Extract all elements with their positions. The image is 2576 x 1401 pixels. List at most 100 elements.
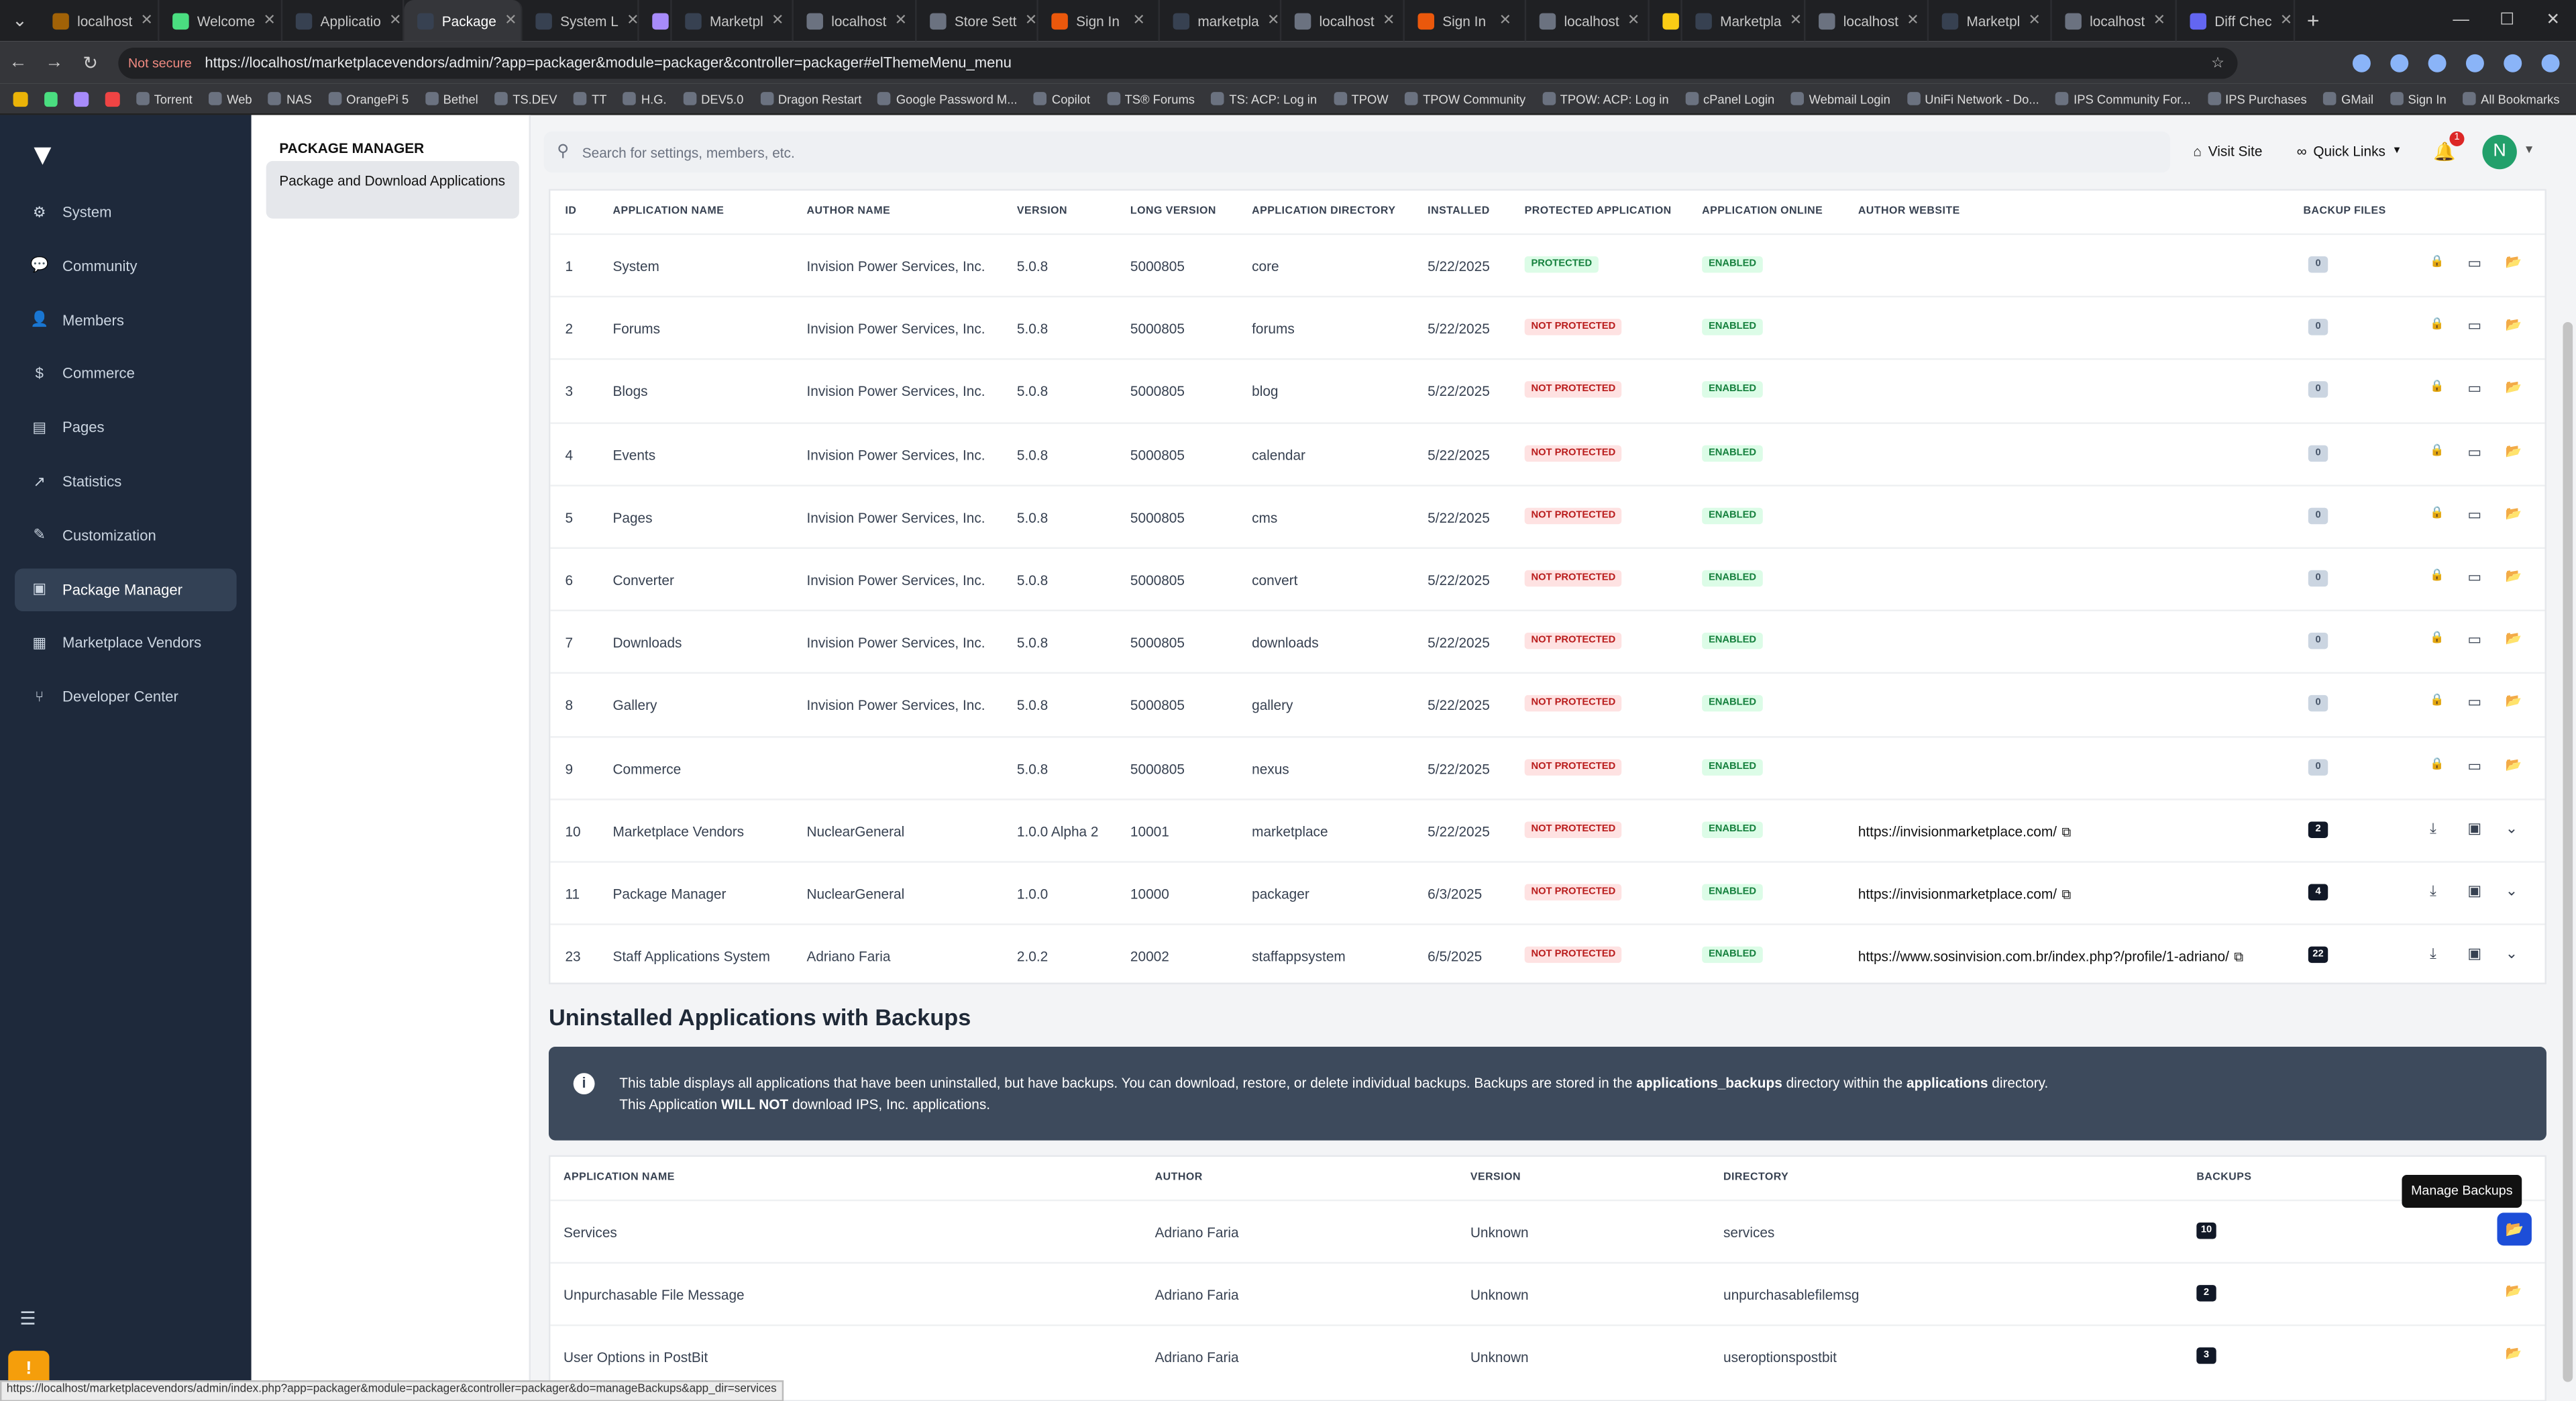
author-website-link[interactable]: https://invisionmarketplace.com/ ⧉ <box>1858 823 2072 841</box>
folder-icon[interactable]: 📂 <box>2506 757 2522 772</box>
close-tab-icon[interactable]: ✕ <box>1383 11 1395 30</box>
close-window-icon[interactable]: ✕ <box>2530 0 2576 41</box>
bookmark-item[interactable]: Torrent <box>136 91 193 106</box>
bookmark-item[interactable]: DEV5.0 <box>683 91 743 106</box>
bookmark-item[interactable]: TS: ACP: Log in <box>1211 91 1317 106</box>
close-tab-icon[interactable]: ✕ <box>627 11 637 30</box>
close-tab-icon[interactable]: ✕ <box>1132 11 1144 30</box>
visit-site-link[interactable]: ⌂ Visit Site <box>2193 143 2262 159</box>
collapse-menu-icon[interactable]: ☰ <box>19 1308 36 1329</box>
id-card-icon[interactable]: ▭ <box>2467 443 2481 461</box>
browser-tab[interactable]: localhost ✕ <box>1281 0 1405 42</box>
bookmark-icon[interactable] <box>105 91 120 106</box>
sidebar-item-package-manager[interactable]: ▣ Package Manager <box>15 568 237 611</box>
browser-tab[interactable]: Package ✕ <box>404 0 523 42</box>
lock-icon[interactable]: 🔒 <box>2430 317 2444 331</box>
folder-icon[interactable]: 📂 <box>2506 443 2522 458</box>
close-tab-icon[interactable]: ✕ <box>389 11 401 30</box>
browser-tab[interactable]: localhost ✕ <box>1526 0 1650 42</box>
lock-icon[interactable]: 🔒 <box>2430 443 2444 456</box>
close-tab-icon[interactable]: ✕ <box>1025 11 1037 30</box>
close-tab-icon[interactable]: ✕ <box>1907 11 1919 30</box>
forward-icon[interactable]: → <box>36 52 72 72</box>
browser-tab[interactable]: localhost ✕ <box>794 0 917 42</box>
browser-tab[interactable]: localhost ✕ <box>2052 0 2177 42</box>
close-tab-icon[interactable]: ✕ <box>504 11 517 30</box>
browser-tab[interactable]: Marketpla ✕ <box>1682 0 1806 42</box>
folder-icon[interactable]: 📂 <box>2506 631 2522 646</box>
avatar[interactable]: N <box>2482 134 2517 170</box>
new-tab-icon[interactable]: + <box>2295 8 2331 33</box>
browser-tab[interactable]: localhost ✕ <box>1805 0 1929 42</box>
invision-logo[interactable]: ▼ <box>28 138 58 172</box>
sidebar-item-statistics[interactable]: ↗ Statistics <box>15 460 237 503</box>
download-icon[interactable] <box>2504 53 2522 72</box>
browser-tab[interactable]: Sign In ✕ <box>1405 0 1527 42</box>
bookmark-item[interactable]: TT <box>574 91 606 106</box>
author-website-link[interactable]: https://invisionmarketplace.com/ ⧉ <box>1858 886 2072 904</box>
manage-backups-button[interactable]: 📂 <box>2497 1212 2532 1246</box>
bookmark-item[interactable]: Bethel <box>425 91 478 106</box>
url-field[interactable]: Not secure https://localhost/marketplace… <box>118 46 2238 79</box>
bookmark-item[interactable]: IPS Community For... <box>2055 91 2191 106</box>
browser-tab[interactable]: Welcome ✕ <box>160 0 283 42</box>
author-website-link[interactable]: https://www.sosinvision.com.br/index.php… <box>1858 949 2243 967</box>
profile-icon[interactable] <box>2541 53 2560 72</box>
close-tab-icon[interactable]: ✕ <box>1627 11 1640 30</box>
lock-icon[interactable]: 🔒 <box>2430 568 2444 582</box>
lock-icon[interactable]: 🔒 <box>2430 757 2444 770</box>
lock-icon[interactable]: 🔒 <box>2430 506 2444 519</box>
id-card-icon[interactable]: ▭ <box>2467 568 2481 586</box>
bookmark-item[interactable]: TPOW: ACP: Log in <box>1542 91 1669 106</box>
star-icon[interactable]: ☆ <box>2211 54 2224 72</box>
subnav-item-package-download[interactable]: Package and Download Applications <box>266 161 519 219</box>
quick-links-menu[interactable]: ∞ Quick Links ▼ <box>2297 143 2402 159</box>
tab-search-icon[interactable]: ⌄ <box>0 10 40 31</box>
sidebar-item-community[interactable]: 💬 Community <box>15 244 237 287</box>
sidebar-item-pages[interactable]: ▤ Pages <box>15 406 237 449</box>
bookmark-icon[interactable] <box>74 91 89 106</box>
id-card-icon[interactable]: ▭ <box>2467 506 2481 524</box>
download-icon[interactable]: ⤓ <box>2430 820 2436 838</box>
folder-icon[interactable]: 📂 <box>2506 380 2522 395</box>
id-card-icon[interactable]: ▭ <box>2467 694 2481 712</box>
browser-tab[interactable] <box>639 0 672 42</box>
folder-icon[interactable]: 📂 <box>2506 568 2522 583</box>
bookmark-item[interactable]: UniFi Network - Do... <box>1907 91 2039 106</box>
bookmark-item[interactable]: Sign In <box>2390 91 2447 106</box>
browser-tab[interactable]: Marketpl ✕ <box>672 0 794 42</box>
manage-backups-icon[interactable]: 📂 <box>2506 1347 2522 1361</box>
extension-icon[interactable] <box>2465 53 2484 72</box>
close-tab-icon[interactable]: ✕ <box>1499 11 1511 30</box>
lock-icon[interactable]: 🔒 <box>2430 380 2444 393</box>
bookmark-item[interactable]: GMail <box>2323 91 2373 106</box>
maximize-icon[interactable]: ☐ <box>2484 0 2530 41</box>
bookmark-item[interactable]: H.G. <box>623 91 667 106</box>
chevron-down-icon[interactable]: ▼ <box>2524 145 2535 156</box>
sidebar-item-system[interactable]: ⚙ System <box>15 191 237 234</box>
page-scrollbar[interactable] <box>2563 322 2573 1382</box>
close-tab-icon[interactable]: ✕ <box>141 11 153 30</box>
bookmark-item[interactable]: TPOW <box>1333 91 1389 106</box>
browser-tab[interactable]: Store Sett ✕ <box>917 0 1038 42</box>
browser-tab[interactable]: localhost ✕ <box>40 0 160 42</box>
extension-icon[interactable] <box>2390 53 2409 72</box>
chevron-down-icon[interactable]: ⌄ <box>2506 945 2518 964</box>
browser-tab[interactable]: Sign In ✕ <box>1038 0 1160 42</box>
browser-tab[interactable]: Applicatio ✕ <box>282 0 405 42</box>
download-icon[interactable]: ⤓ <box>2430 945 2436 964</box>
bookmark-item[interactable]: Web <box>209 91 252 106</box>
lock-icon[interactable]: 🔒 <box>2430 694 2444 707</box>
close-tab-icon[interactable]: ✕ <box>2280 11 2292 30</box>
bookmark-item[interactable]: Copilot <box>1033 91 1090 106</box>
reload-icon[interactable]: ↻ <box>72 52 109 73</box>
sidebar-item-developer-center[interactable]: ⑂ Developer Center <box>15 676 237 719</box>
close-tab-icon[interactable]: ✕ <box>264 11 276 30</box>
search-input[interactable]: ⚲ Search for settings, members, etc. <box>543 131 2171 173</box>
sidebar-item-customization[interactable]: ✎ Customization <box>15 514 237 557</box>
chevron-down-icon[interactable]: ⌄ <box>2506 820 2518 838</box>
bookmark-item[interactable]: NAS <box>268 91 312 106</box>
not-secure-label[interactable]: Not secure <box>128 55 192 70</box>
id-card-icon[interactable]: ▭ <box>2467 317 2481 335</box>
browser-tab[interactable]: Marketpl ✕ <box>1929 0 2052 42</box>
